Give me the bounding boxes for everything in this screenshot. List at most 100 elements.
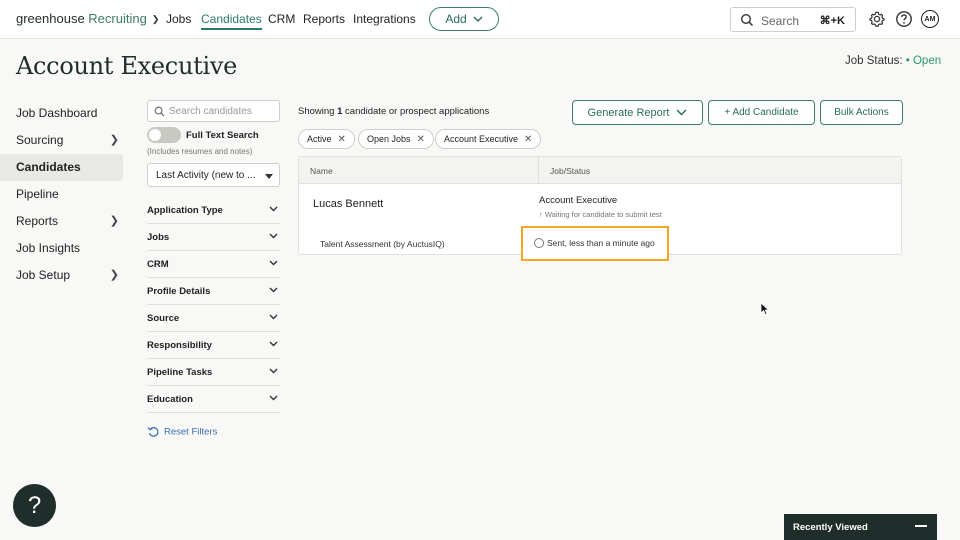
job-status-value: Open (912, 55, 942, 67)
chevron-down-icon (269, 233, 278, 239)
gear-icon[interactable] (868, 10, 886, 28)
facet-label: Jobs (147, 232, 170, 243)
chevron-down-icon (269, 260, 278, 266)
generate-report-button[interactable]: Generate Report (572, 100, 703, 125)
assessment-name: Talent Assessment (by AuctusIQ) (320, 239, 445, 249)
facet-profile-details[interactable]: Profile Details (147, 278, 280, 305)
logo-sub: Recruiting (88, 11, 147, 26)
chevron-right-icon: ❯ (109, 269, 119, 281)
reset-filters-link[interactable]: Reset Filters (147, 426, 217, 438)
chevron-down-icon[interactable]: ❯ (152, 14, 160, 25)
sidebar-item-pipeline[interactable]: Pipeline (0, 181, 123, 208)
sidebar-item-label: Reports (16, 214, 59, 228)
sort-select-value: Last Activity (new to ... (156, 170, 256, 181)
filter-chip-active[interactable]: Active ✕ (298, 129, 355, 149)
close-icon[interactable]: ✕ (338, 134, 346, 145)
filter-chip-open-jobs[interactable]: Open Jobs ✕ (358, 129, 434, 149)
filter-chip-account-executive[interactable]: Account Executive ✕ (435, 129, 542, 149)
nav-link-integrations[interactable]: Integrations (353, 12, 416, 26)
chevron-right-icon: ❯ (109, 134, 119, 146)
close-icon[interactable]: ✕ (524, 134, 532, 145)
sent-status-text: Sent, less than a minute ago (547, 238, 655, 248)
results-summary-prefix: Showing (298, 106, 338, 117)
mouse-cursor-icon (760, 302, 770, 316)
sidebar-item-label: Job Dashboard (16, 106, 98, 120)
facet-responsibility[interactable]: Responsibility (147, 332, 280, 359)
full-text-search-toggle[interactable] (147, 127, 181, 143)
sidebar-item-job-insights[interactable]: Job Insights (0, 235, 123, 262)
facet-source[interactable]: Source (147, 305, 280, 332)
help-icon[interactable] (895, 10, 913, 28)
facet-label: Profile Details (147, 286, 211, 297)
chevron-down-icon (269, 368, 278, 374)
candidate-name-link[interactable]: Lucas Bennett (313, 198, 383, 210)
facet-label: Source (147, 313, 180, 324)
close-icon[interactable]: ✕ (417, 134, 425, 145)
logo-main: greenhouse (16, 11, 85, 26)
sidebar-item-label: Job Setup (16, 268, 71, 282)
sidebar-item-reports[interactable]: Reports ❯ (0, 208, 123, 235)
facet-crm[interactable]: CRM (147, 251, 280, 278)
nav-link-candidates[interactable]: Candidates (201, 12, 262, 30)
job-status-detail: ↑ Waiting for candidate to submit test (539, 210, 662, 219)
status-circle-icon (534, 238, 544, 248)
facet-education[interactable]: Education (147, 386, 280, 413)
sidebar-item-label: Candidates (16, 160, 81, 174)
search-label: Search (761, 14, 800, 28)
sidebar-item-label: Sourcing (16, 133, 64, 147)
results-summary-suffix: candidate or prospect applications (342, 106, 490, 117)
results-summary: Showing 1 candidate or prospect applicat… (298, 106, 489, 117)
job-status-label: Job Status: (845, 55, 903, 67)
nav-link-crm[interactable]: CRM (268, 12, 295, 26)
caret-down-icon (265, 174, 273, 179)
generate-report-label: Generate Report (587, 106, 670, 119)
help-button[interactable]: ? (13, 484, 56, 527)
facet-label: Pipeline Tasks (147, 367, 213, 378)
job-status: Job Status: • Open (845, 55, 941, 67)
add-candidate-button[interactable]: + Add Candidate (708, 100, 815, 125)
top-navigation: greenhouse Recruiting ❯ Jobs Candidates C… (0, 0, 960, 39)
minimize-icon[interactable] (915, 525, 927, 527)
chevron-down-icon (269, 206, 278, 212)
job-title-link[interactable]: Account Executive (539, 195, 617, 206)
full-text-search-label: Full Text Search (186, 130, 259, 141)
candidate-search-placeholder: Search candidates (169, 106, 252, 117)
column-divider (538, 157, 539, 184)
chip-label: Account Executive (444, 134, 519, 144)
add-button[interactable]: Add (429, 7, 499, 31)
facet-label: Education (147, 394, 193, 405)
recently-viewed-label: Recently Viewed (793, 522, 868, 533)
status-dot-icon: • (905, 55, 910, 67)
assessment-sent-status[interactable]: Sent, less than a minute ago (521, 226, 669, 261)
facet-jobs[interactable]: Jobs (147, 224, 280, 251)
reset-filters-label: Reset Filters (164, 426, 218, 438)
global-search[interactable]: Search ⌘+K (730, 7, 856, 32)
table-header: Name Job/Status (299, 157, 901, 184)
chip-label: Active (307, 134, 332, 144)
sidebar-item-candidates[interactable]: Candidates (0, 154, 123, 181)
sidebar-item-sourcing[interactable]: Sourcing ❯ (0, 127, 123, 154)
facet-pipeline-tasks[interactable]: Pipeline Tasks (147, 359, 280, 386)
candidate-search-input[interactable]: Search candidates (147, 100, 280, 122)
sort-select[interactable]: Last Activity (new to ... (147, 163, 280, 187)
sidebar-item-job-setup[interactable]: Job Setup ❯ (0, 262, 123, 289)
column-header-name: Name (310, 166, 333, 176)
chevron-down-icon (269, 395, 278, 401)
sidebar-item-job-dashboard[interactable]: Job Dashboard (0, 100, 123, 127)
chevron-down-icon (269, 341, 278, 347)
nav-link-jobs[interactable]: Jobs (166, 12, 191, 26)
greenhouse-logo[interactable]: greenhouse Recruiting ❯ (16, 11, 159, 26)
nav-link-reports[interactable]: Reports (303, 12, 345, 26)
chevron-down-icon (473, 16, 483, 22)
search-icon (740, 13, 754, 27)
facet-application-type[interactable]: Application Type (147, 197, 280, 224)
search-icon (154, 106, 165, 117)
facet-label: CRM (147, 259, 169, 270)
bulk-actions-button[interactable]: Bulk Actions (820, 100, 903, 125)
avatar[interactable]: AM (921, 10, 939, 28)
reset-icon (147, 427, 159, 437)
chevron-right-icon: ❯ (109, 215, 119, 227)
job-sidebar: Job Dashboard Sourcing ❯ Candidates Pipel… (0, 100, 123, 289)
add-button-label: Add (445, 12, 467, 26)
recently-viewed-panel[interactable]: Recently Viewed (784, 514, 937, 540)
